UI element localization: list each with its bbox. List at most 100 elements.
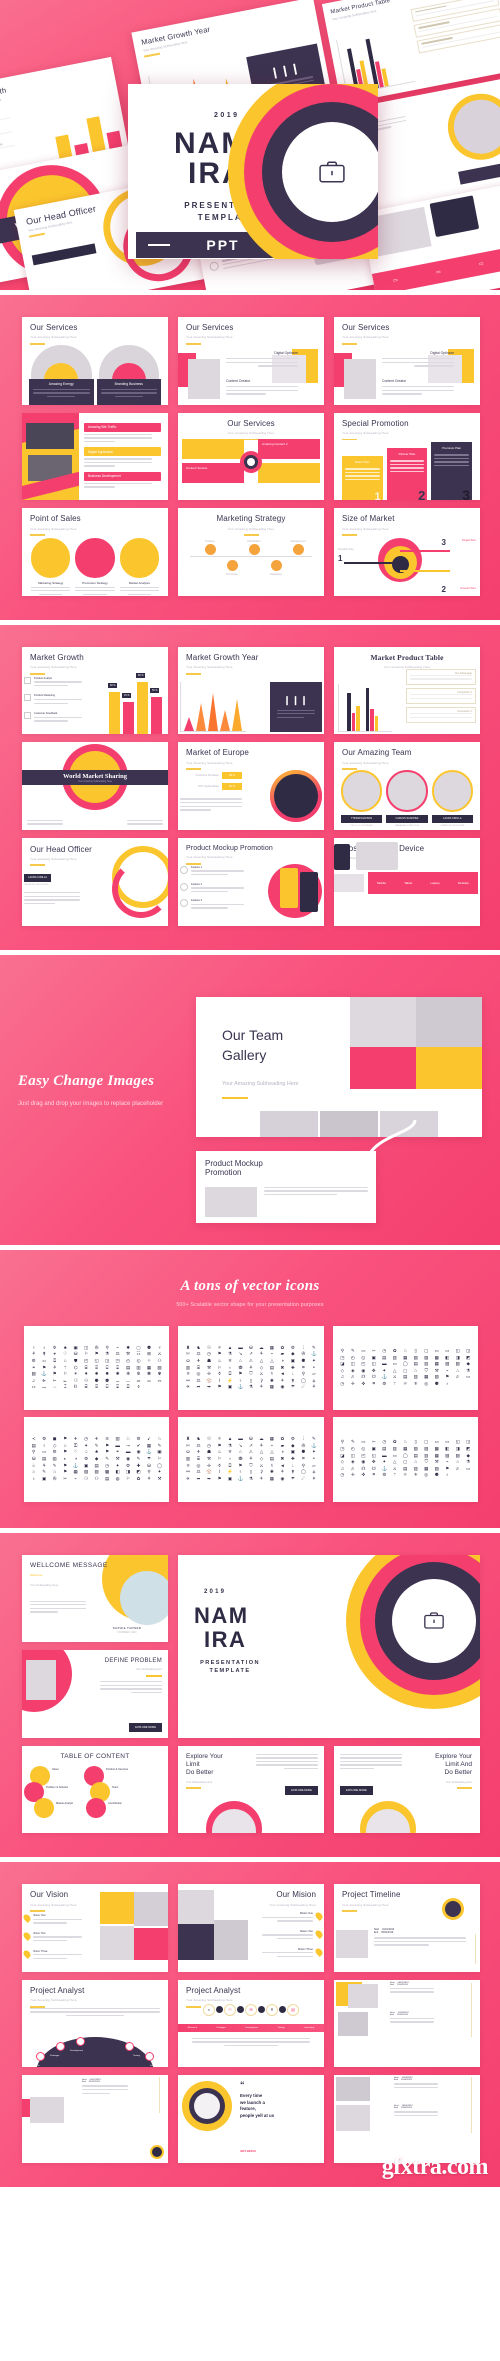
slide-cover[interactable]: 2019 NAM IRA PRESENTATION TEMPLATE — [178, 1554, 480, 1738]
slide-title: World Market Sharing — [63, 772, 127, 780]
mission-item-label: Mision Three — [298, 1947, 313, 1951]
slide-our-services-4[interactable]: Our Services Your Amazing Subheading Her… — [178, 412, 324, 501]
vector-icon: ⚾ — [206, 1377, 212, 1383]
team-role: MANAGING DIRECTOR — [395, 824, 419, 827]
slide-subtitle: Your Subheading Here — [445, 1781, 472, 1785]
vector-icon: ⚾ — [206, 1469, 212, 1475]
slide-special-promotion[interactable]: Special Promotion Your Amazing Subheadin… — [334, 412, 480, 501]
vector-icon: ▭ — [392, 1361, 397, 1367]
slide-project-analyst-2[interactable]: Project Analyst Your Amazing Subheading … — [178, 1979, 324, 2068]
cover-subtitle: PRESENTATION TEMPLATE — [200, 1659, 260, 1675]
vector-icon: ⌻ — [116, 1384, 120, 1390]
bar-label: 60 % — [108, 683, 118, 689]
icon-card[interactable]: ≺ ⚙ ◼ ⚑ ✈ ◷ ✈ ≋ ▥ ♘ ⚙ ➹ ♘ ▤ ♀ ◇ ⌂ ⚿ ✦ ✎ ⚑ ▬ ⊸ ✔ ▦ ✎ ⚲ ▭ ⚙ ⚑ ♡ ♤ ♣ ⚑ ⚭ ▬ ◉ ⚓ ▣ ⛁… — [24, 1417, 170, 1502]
slide-our-head-officer[interactable]: Our Head Officer Your Amazing Subheading… — [22, 837, 168, 926]
icon-rows-0: ♀ ♁ ✲ ♣ ▣ ◫ ✇ ⚲ ⌁ ✹ ▢ ⚉ ♆ ⚘ ⚵ ⌖ ♡ ⛁ ⚐ ⚑ ⚗ ⚖ ⚒ ☷ ⊞ ⚔ ⚙ ⚏ ⌼ ⌂ ⛊ ◰ ◱ ◲ ◳ ◴ ◵ ✧ ⚇ ⚭… — [29, 1332, 164, 1404]
vector-icon: ◆ — [466, 1452, 470, 1458]
slide-explore-limit-1[interactable]: Explore Your Limit Do Better Your Subhea… — [178, 1745, 324, 1834]
vector-icon: ✜ — [361, 1380, 366, 1386]
slide-quote[interactable]: “ Every time we launch a feature, people… — [178, 2075, 324, 2164]
vector-icon: ⚗ — [466, 1367, 471, 1373]
vector-icon: ◷ — [382, 1348, 387, 1354]
slide-project-analyst-1[interactable]: Project Analyst Your Amazing Subheading … — [22, 1979, 168, 2068]
slide-our-services-1[interactable]: Our Services Your Amazing Subheading Her… — [22, 317, 168, 405]
slide-market-product-table[interactable]: Market Product Table Your Amazing Subhea… — [334, 646, 480, 735]
vector-icon: ▧ — [434, 1465, 439, 1471]
vector-icon: ✿ — [392, 1348, 397, 1354]
vector-icon: ⚓ — [311, 1442, 317, 1448]
slide-our-team-gallery[interactable]: Our Team Gallery Your Amazing Subheading… — [196, 996, 482, 1137]
vector-icon: ⌂ — [53, 1469, 57, 1475]
vector-icon: ⌖ — [53, 1351, 56, 1357]
market-num: 2 — [441, 584, 446, 594]
vector-icon: ⌸ — [84, 1364, 88, 1370]
timeline-end-label: End — [394, 2107, 398, 2110]
vector-icon: ⚘ — [52, 1364, 57, 1370]
slide-marketing-strategy[interactable]: Marketing Strategy Your Amazing Subheadi… — [178, 508, 324, 596]
slide-point-of-sales[interactable]: Point of Sales Your Amazing Subheading H… — [22, 508, 168, 596]
slide-size-of-market[interactable]: Size of Market Your Amazing Subheading H… — [334, 508, 480, 596]
vector-icon: ⚚ — [392, 1472, 397, 1478]
vector-icon: ▭ — [42, 1449, 47, 1455]
slide-services-collage[interactable]: Amazing Site Traffic Digital Application… — [22, 412, 168, 501]
slide-timeline-2[interactable]: Start 06/02/2019 End 10/03/2019 Start 11/03… — [334, 1979, 480, 2068]
person-name: SOPHIE TURNER — [112, 1625, 142, 1630]
slide-welcome-message[interactable]: WELLCOME MESSAGE Welcome Your Subheading… — [22, 1554, 168, 1643]
market-num: 1 — [338, 554, 343, 564]
explore-more-button[interactable]: EXPLORE MORE — [285, 1785, 318, 1795]
slide-table-of-content[interactable]: TABLE OF CONTENT About Product & Service… — [22, 1745, 168, 1834]
vector-icon: ♬ — [455, 1465, 461, 1471]
icon-card[interactable]: ⚲ ✎ ▭ ➳ ◷ ✿ ♘ ▯ ▢ ▭ ▭ ◱ ◲ ◳ ◴ ◵ ▣ ▤ ▥ ▦ ▧ ▨ ▩ ◧ ◨ ◩ ◪ ◫ ◰ ◱ ▬ ▭ ◯ ▤ ▥ ▦ ▧ ▨ ◆ ◇… — [332, 1417, 478, 1502]
quadrant-label: Amazing Content 2 — [262, 441, 288, 446]
cover-name-line1: NAM — [194, 1602, 249, 1628]
slide-market-growth[interactable]: Market Growth Your Amazing Subheading He… — [22, 646, 168, 735]
vector-icon: ◵ — [136, 1357, 141, 1363]
vector-icon: ✢ — [207, 1462, 211, 1468]
team-name: CARLOS SANCHEZ — [386, 814, 428, 823]
slide-our-services-3[interactable]: Our Services Your Amazing Subheading Her… — [334, 317, 480, 405]
slide-market-of-europe[interactable]: Market of Europe Your Amazing Subheading… — [178, 742, 324, 830]
icon-card[interactable]: ♀ ♁ ✲ ♣ ▣ ◫ ✇ ⚲ ⌁ ✹ ▢ ⚉ ♆ ⚘ ⚵ ⌖ ♡ ⛁ ⚐ ⚑ ⚗ ⚖ ⚒ ☷ ⊞ ⚔ ⚙ ⚏ ⌼ ⌂ ⛊ ◰ ◱ ◲ ◳ ◴ ◵ ✧ ⚇ ⚭… — [24, 1325, 170, 1411]
slide-our-mision[interactable]: Our Mision Your Amazing Subheading Here … — [178, 1884, 324, 1972]
timeline-end: 05/02/2019 — [381, 1931, 394, 1935]
vector-icon: ✈ — [186, 1475, 190, 1481]
vector-icon: ▭ — [466, 1374, 471, 1380]
vector-icon: ➥ — [207, 1384, 211, 1390]
people-icon: ❙❙❙ — [283, 694, 309, 705]
vector-icon: ◷ — [105, 1462, 110, 1468]
icon-card[interactable]: ♜ ♞ ☉ ⚛ ▲ ▬ ⛁ ☁ ▦ ✿ ⚙ ⋮ ✎ ✄ ⚖ ◷ ⚑ ⚗ ↘ ↗ ⚘ ⌁ ▰ ◆ ✇ ⚓ ⛀ ✈ ☗ ♨ ⚜ ⌂ ⚠ △ △ ◑ ▣ ⚈ ✦ ▥… — [178, 1417, 324, 1502]
vector-icon: ▢ — [136, 1344, 141, 1350]
slide-market-growth-year[interactable]: Market Growth Year Your Amazing Subheadi… — [178, 646, 324, 735]
vector-icon: ⚑ — [238, 1371, 243, 1377]
slide-our-vision[interactable]: Our Vision Your Amazing Subheading Here … — [22, 1884, 168, 1972]
slide-our-amazing-team[interactable]: Our Amazing Team Your Amazing Subheading… — [334, 742, 480, 830]
vector-icon: ⚑ — [217, 1384, 222, 1390]
icon-card[interactable]: ⚲ ✎ ▭ ➳ ◷ ✿ ♘ ▯ ▢ ▭ ▭ ◱ ◲ ◳ ◴ ◵ ▣ ▤ ▥ ▦ ▧ ▨ ▩ ◧ ◨ ◩ ◪ ◫ ◰ ◱ ▬ ▭ ◯ ▤ ▥ ▦ ▧ ▨ ◆ ◇… — [332, 1325, 478, 1411]
stat-label: Productive Population — [195, 774, 219, 778]
explore-more-button[interactable]: EXPLORE MORE — [129, 1722, 162, 1732]
timeline-end-label: End — [374, 1931, 379, 1935]
vector-icon: ▥ — [52, 1455, 57, 1461]
slide-project-timeline[interactable]: Project Timeline Your Amazing Subheading… — [334, 1884, 480, 1972]
bar-label: 50 % — [150, 688, 160, 694]
slide-timeline-3[interactable]: Start 01/01/2019 End 05/02/2019 — [22, 2075, 168, 2164]
explore-more-button[interactable]: EXPLORE MORE — [340, 1785, 373, 1795]
slide-world-market-sharing[interactable]: World Market Sharing Your Amazing Subhea… — [22, 742, 168, 830]
vector-icon: ⚘ — [311, 1475, 316, 1481]
slide-most-accessible-device[interactable]: Most Accesible Device Your Amazing Subhe… — [334, 837, 480, 926]
vector-icon: ✈ — [73, 1436, 78, 1442]
vector-icon: ▤ — [104, 1475, 110, 1481]
slide-our-services-2[interactable]: Our Services Your Amazing Subheading Her… — [178, 317, 324, 405]
vector-icon: ⚒ — [434, 1459, 439, 1465]
slide-product-mockup-promotion[interactable]: Product Mockup Promotion Your Amazing Su… — [178, 837, 324, 926]
vector-icon: ◩ — [466, 1446, 471, 1452]
slide-product-mockup[interactable]: Product Mockup Promotion — [196, 1150, 376, 1223]
slide-timeline-4[interactable]: Start 11/03/2019 End 15/04/2019 Start 16/04… — [334, 2075, 480, 2164]
slide-define-problem[interactable]: DEFINE PROBLEM Your Subheading Here EXPL… — [22, 1650, 168, 1738]
vector-icon: ⚗ — [227, 1351, 233, 1357]
icon-card[interactable]: ♜ ♞ ☉ ⚛ ▲ ▬ ⛁ ☁ ▦ ✿ ⚙ ⋮ ✎ ✄ ⚖ ◷ ⚑ ⚗ ↘ ↗ ⚘ ⌁ ▰ ◆ ✇ ⚓ ⛀ ✈ ☗ ♨ ⚜ ⌂ ⚠ △ △ ◑ ▣ ⚈ ✦ ▥… — [178, 1325, 324, 1411]
vector-icon: ♭ — [32, 1475, 35, 1481]
vector-icon: ◇ — [340, 1459, 345, 1465]
slide-explore-limit-2[interactable]: Explore Your Limit And Do Better Your Su… — [334, 1745, 480, 1834]
vector-icon: ➳ — [371, 1439, 376, 1445]
